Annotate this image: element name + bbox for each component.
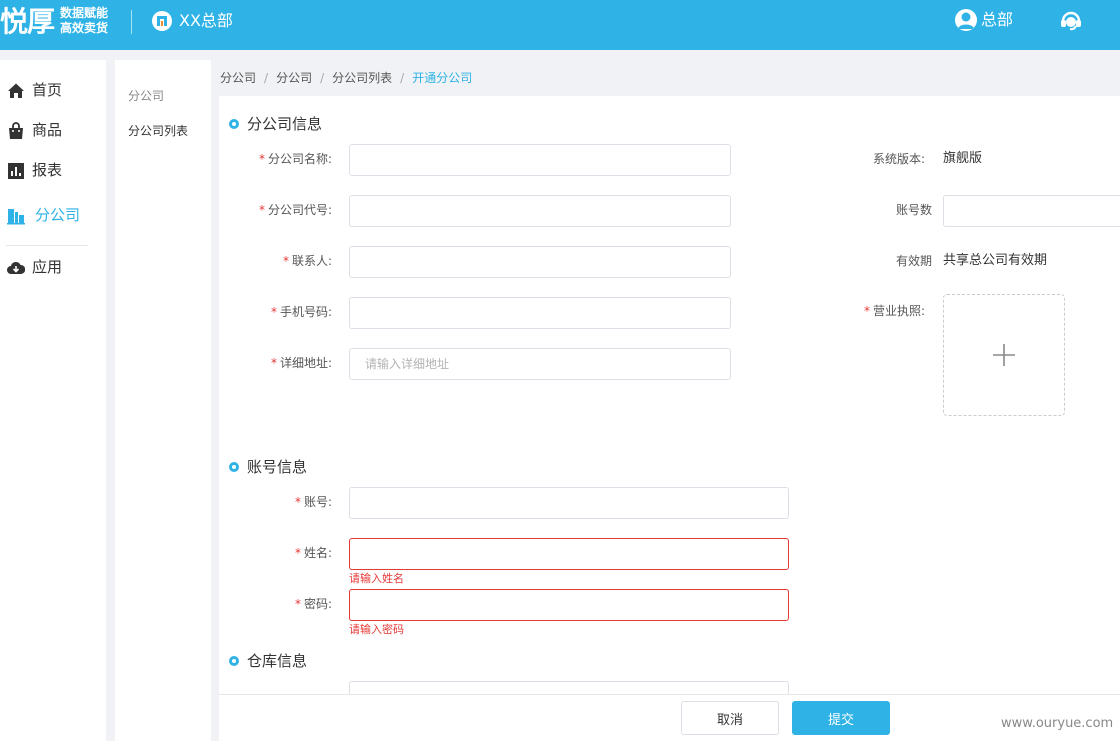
submit-button[interactable]: 提交 xyxy=(792,701,890,735)
password-input[interactable] xyxy=(349,589,789,621)
sidebar-item-products[interactable]: 商品 xyxy=(0,115,106,145)
address-input[interactable] xyxy=(349,348,731,380)
branch-name-label: * 分公司名称: xyxy=(258,152,332,166)
sidebar-item-label: 分公司 xyxy=(35,206,81,224)
system-version-label: 系统版本: xyxy=(872,152,925,166)
address-label: * 详细地址: xyxy=(270,356,332,370)
contact-input[interactable] xyxy=(349,246,731,278)
cloud-download-icon xyxy=(7,261,25,274)
name-label: * 姓名: xyxy=(294,546,332,560)
subnav-item-branch-list[interactable]: 分公司列表 xyxy=(128,122,188,139)
branch-name-input[interactable] xyxy=(349,144,731,176)
sidebar-item-home[interactable]: 首页 xyxy=(0,75,106,105)
watermark: www.ouryue.com xyxy=(1001,716,1114,731)
validity-value: 共享总公司有效期 xyxy=(943,253,1048,268)
sidebar-item-reports[interactable]: 报表 xyxy=(0,155,106,185)
logo-slogan: 数据赋能 高效卖货 xyxy=(60,6,108,36)
shopping-bag-icon xyxy=(9,122,23,139)
breadcrumb-current: 开通分公司 xyxy=(412,71,473,85)
customer-service-icon[interactable] xyxy=(1059,8,1083,32)
sidebar-item-apps[interactable]: 应用 xyxy=(0,252,106,282)
sidebar-item-branches[interactable]: 分公司 xyxy=(0,200,106,230)
phone-input[interactable] xyxy=(349,297,731,329)
name-error-message: 请输入姓名 xyxy=(349,572,404,585)
sidebar-item-label: 报表 xyxy=(32,161,63,179)
branch-code-input[interactable] xyxy=(349,195,731,227)
password-error-message: 请输入密码 xyxy=(349,623,404,636)
account-count-input[interactable] xyxy=(943,195,1120,227)
form-panel: 分公司信息 * 分公司名称: * 分公司代号: * 联系人: * 手机号码: * 详细地址… xyxy=(219,96,1120,741)
sidebar-divider xyxy=(6,245,88,246)
account-input[interactable] xyxy=(349,487,789,519)
phone-label: * 手机号码: xyxy=(270,305,332,319)
name-input[interactable] xyxy=(349,538,789,570)
account-count-label: 账号数 xyxy=(895,203,932,217)
breadcrumb-item[interactable]: 分公司 xyxy=(276,71,312,85)
breadcrumb: 分公司 / 分公司 / 分公司列表 / 开通分公司 xyxy=(220,71,473,85)
cancel-button[interactable]: 取消 xyxy=(681,701,779,735)
bar-chart-icon xyxy=(8,163,24,179)
building-icon xyxy=(7,209,25,225)
branch-code-label: * 分公司代号: xyxy=(258,203,332,217)
org-name[interactable]: XX总部 xyxy=(179,11,233,31)
section-dot-icon xyxy=(229,119,239,129)
breadcrumb-item[interactable]: 分公司 xyxy=(220,71,256,85)
section-title: 账号信息 xyxy=(247,458,308,476)
user-name[interactable]: 总部 xyxy=(981,10,1013,30)
sidebar-item-label: 应用 xyxy=(32,258,63,276)
sidebar-item-label: 商品 xyxy=(32,121,63,139)
topbar-divider xyxy=(131,10,132,34)
logo-slogan-line1: 数据赋能 xyxy=(60,6,109,20)
breadcrumb-item[interactable]: 分公司列表 xyxy=(332,71,392,85)
validity-label: 有效期 xyxy=(895,254,932,268)
logo-slogan-line2: 高效卖货 xyxy=(60,21,109,35)
org-logo-icon xyxy=(152,11,172,31)
contact-label: * 联系人: xyxy=(282,254,332,268)
sidebar: 首页 商品 报表 分公司 应用 xyxy=(0,60,106,741)
top-bar: 悦厚 数据赋能 高效卖货 XX总部 总部 xyxy=(0,0,1120,50)
plus-icon xyxy=(993,344,1015,366)
section-dot-icon xyxy=(229,462,239,472)
logo: 悦厚 xyxy=(0,5,55,38)
home-icon xyxy=(8,83,24,98)
subnav-title: 分公司 xyxy=(128,89,165,103)
section-dot-icon xyxy=(229,656,239,666)
section-title: 分公司信息 xyxy=(247,115,323,133)
system-version-value: 旗舰版 xyxy=(943,151,983,166)
sidebar-item-label: 首页 xyxy=(32,81,63,99)
section-title: 仓库信息 xyxy=(247,652,308,670)
business-license-label: * 营业执照: xyxy=(863,304,925,318)
sub-navigation: 分公司 分公司列表 xyxy=(115,60,211,741)
form-footer: 取消 提交 xyxy=(219,694,1120,741)
user-avatar-icon[interactable] xyxy=(955,9,977,31)
account-label: * 账号: xyxy=(294,495,332,509)
password-label: * 密码: xyxy=(294,597,332,611)
business-license-upload[interactable] xyxy=(943,294,1065,416)
